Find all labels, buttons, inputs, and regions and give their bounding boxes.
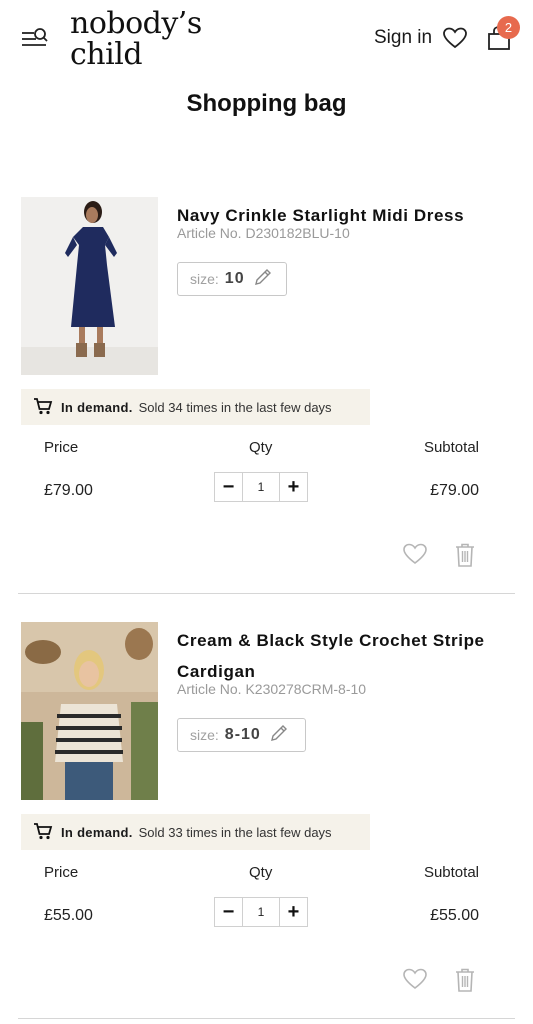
decrease-qty-button[interactable]: − [215,898,243,926]
demand-text: Sold 34 times in the last few days [138,399,332,415]
size-value: 8-10 [224,726,261,743]
site-header: nobody’s child Sign in 2 [0,0,533,80]
bag-count-badge: 2 [497,16,520,39]
cart-icon [33,397,53,418]
heart-icon[interactable] [402,967,428,991]
sign-in-link[interactable]: Sign in [374,27,432,49]
item-divider [18,1018,515,1019]
size-label: size: [190,271,219,287]
qty-header: Qty [249,864,273,881]
size-selector[interactable]: size: 8-10 [177,718,306,752]
product-name[interactable]: Cream & Black Style Crochet Stripe Cardi… [177,625,497,687]
price-header: Price [44,439,79,456]
item-subtotal: £55.00 [430,907,479,924]
quantity-stepper: − + [214,472,308,502]
brand-logo-line1: nobody’s [70,6,202,41]
increase-qty-button[interactable]: + [279,473,307,501]
increase-qty-button[interactable]: + [279,898,307,926]
product-image[interactable] [21,197,158,375]
pencil-icon [253,267,273,292]
price-header: Price [44,864,79,881]
trash-icon[interactable] [454,542,476,568]
bag-item: Navy Crinkle Starlight Midi Dress Articl… [0,180,533,600]
item-price: £55.00 [44,907,93,924]
bag-item: Cream & Black Style Crochet Stripe Cardi… [0,605,533,1024]
decrease-qty-button[interactable]: − [215,473,243,501]
quantity-stepper: − + [214,897,308,927]
trash-icon[interactable] [454,967,476,993]
article-number: Article No. D230182BLU-10 [177,225,350,241]
menu-search-icon[interactable] [20,26,50,52]
pencil-icon [269,723,289,748]
page-title: Shopping bag [186,90,347,117]
product-image[interactable] [21,622,158,800]
demand-banner: In demand. Sold 33 times in the last few… [21,814,370,850]
qty-header: Qty [249,439,273,456]
demand-label: In demand. [61,824,133,840]
brand-logo-line2: child [70,37,143,72]
size-label: size: [190,727,219,743]
qty-input[interactable] [243,898,279,926]
heart-icon[interactable] [402,542,428,566]
cart-icon [33,822,53,843]
size-selector[interactable]: size: 10 [177,262,287,296]
subtotal-header: Subtotal [423,864,479,881]
subtotal-header: Subtotal [423,439,479,456]
item-subtotal: £79.00 [430,482,479,499]
item-divider [18,593,515,594]
demand-banner: In demand. Sold 34 times in the last few… [21,389,370,425]
size-value: 10 [224,270,245,287]
qty-input[interactable] [243,473,279,501]
article-number: Article No. K230278CRM-8-10 [177,681,367,697]
demand-label: In demand. [61,399,133,415]
demand-text: Sold 33 times in the last few days [138,824,332,840]
heart-icon[interactable] [442,26,468,50]
item-price: £79.00 [44,482,93,499]
brand-logo[interactable]: nobody’s child [70,8,202,70]
